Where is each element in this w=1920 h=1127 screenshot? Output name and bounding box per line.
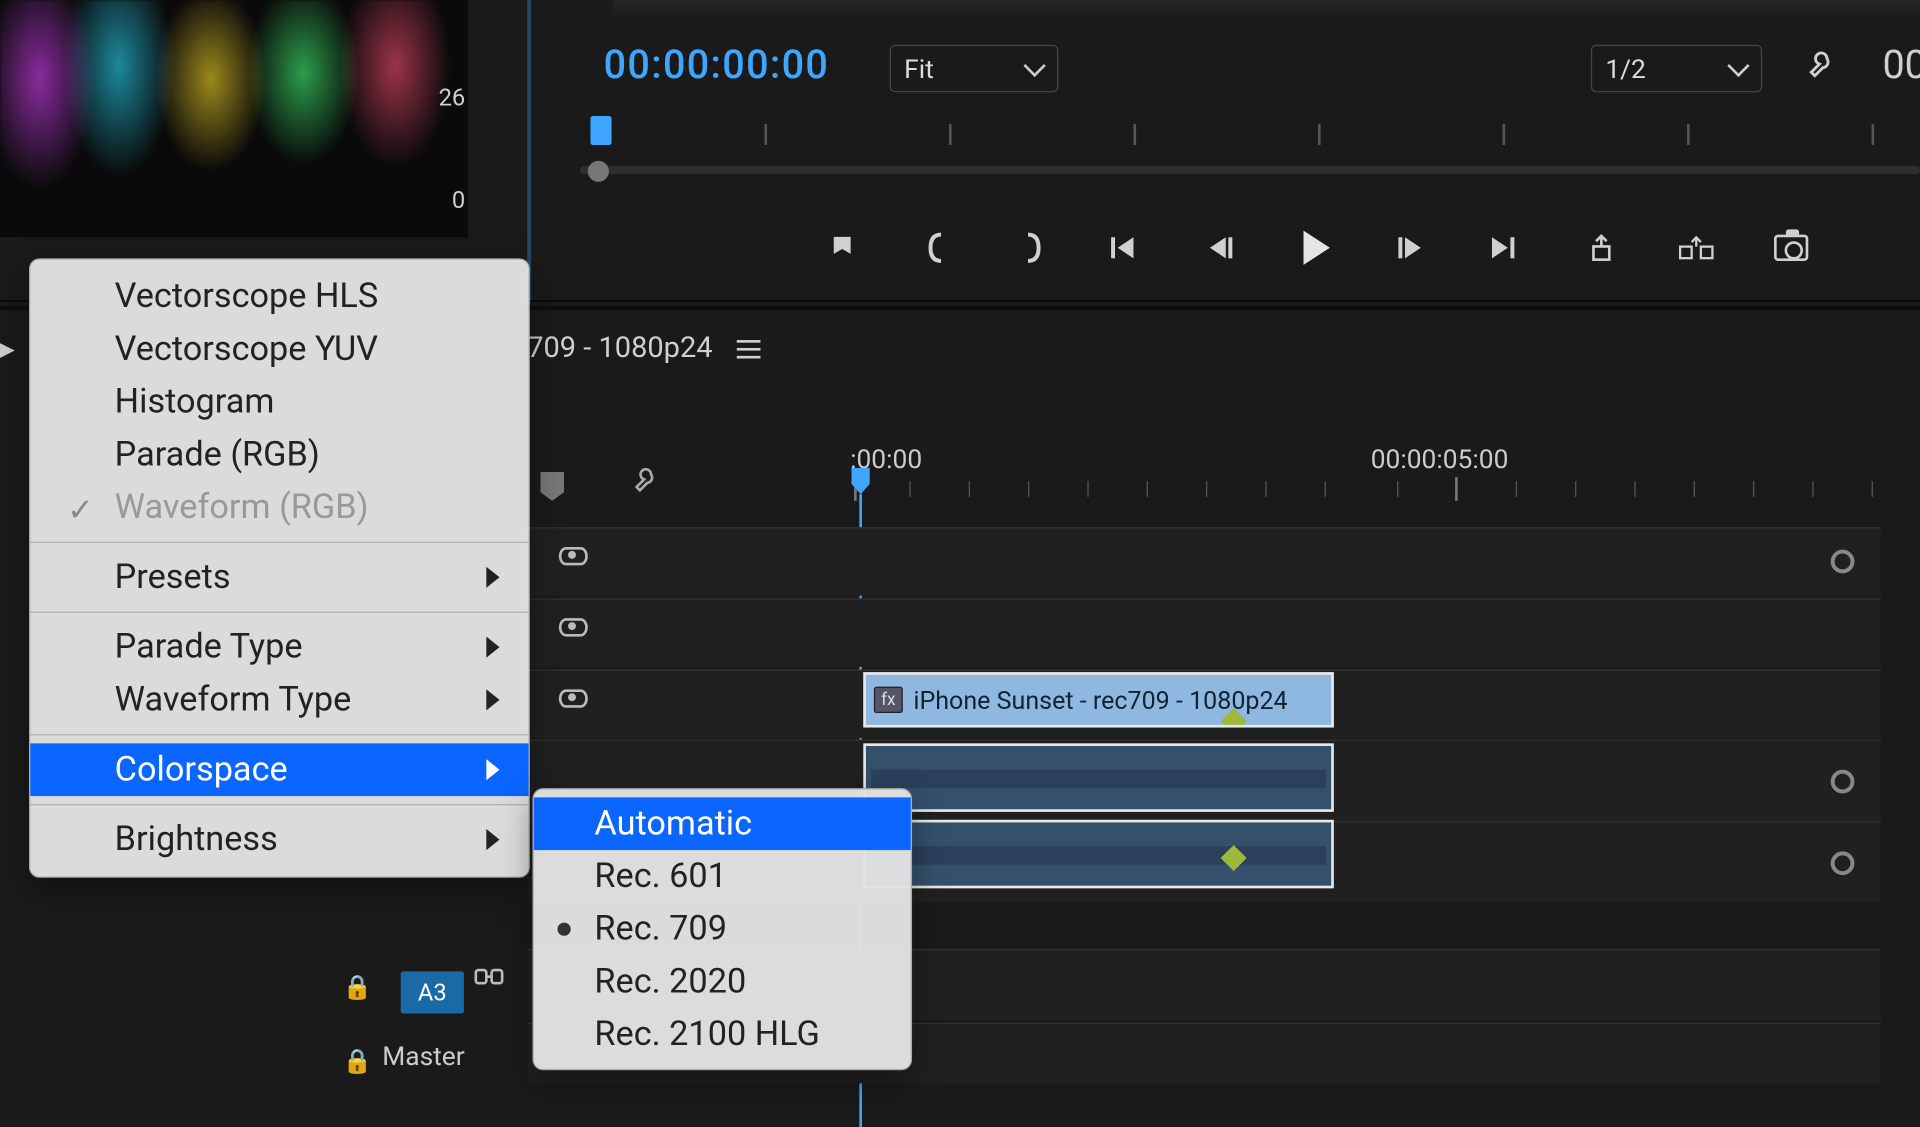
- audio-clip[interactable]: [863, 743, 1334, 812]
- step-forward-button[interactable]: [1393, 229, 1430, 266]
- ruler-ticks: [580, 124, 1920, 150]
- menu-item-parade-type[interactable]: Parade Type: [30, 621, 528, 674]
- zoom-fit-dropdown[interactable]: Fit: [890, 45, 1059, 92]
- play-button[interactable]: [1298, 229, 1335, 266]
- menu-separator: [30, 542, 528, 543]
- menu-separator: [30, 612, 528, 613]
- timeline-settings-wrench-icon[interactable]: [633, 467, 665, 507]
- panel-expand-arrow-icon[interactable]: ▶: [0, 336, 15, 361]
- go-to-out-button[interactable]: [1488, 229, 1525, 266]
- submenu-item-rec2020[interactable]: Rec. 2020: [534, 956, 911, 1009]
- transport-controls: [580, 211, 1920, 283]
- add-marker-button[interactable]: [824, 229, 861, 266]
- mark-in-button[interactable]: [919, 229, 956, 266]
- submenu-item-rec2100hlg[interactable]: Rec. 2100 HLG: [534, 1008, 911, 1061]
- program-preview-edge: [613, 0, 1920, 20]
- playback-resolution-dropdown[interactable]: 1/2: [1591, 45, 1762, 92]
- timeline-ruler[interactable]: [844, 477, 1920, 501]
- selected-bullet-icon: [558, 923, 571, 936]
- mark-out-button[interactable]: [1014, 229, 1051, 266]
- submenu-arrow-icon: [486, 829, 499, 850]
- program-time-ruler[interactable]: [580, 116, 1920, 182]
- submenu-arrow-icon: [486, 759, 499, 780]
- program-out-timecode: 00: [1882, 42, 1920, 88]
- audio-waveform: [871, 770, 1326, 788]
- lumetri-scope-panel: 26 0: [0, 0, 468, 237]
- fx-badge-icon[interactable]: fx: [874, 687, 903, 713]
- audio-waveform: [871, 846, 1326, 864]
- menu-item-colorspace[interactable]: Colorspace: [30, 743, 528, 796]
- menu-item-vectorscope-hls[interactable]: Vectorscope HLS: [30, 270, 528, 323]
- toggle-track-output-icon[interactable]: [559, 547, 588, 565]
- track-keyframe-node[interactable]: [1831, 550, 1855, 574]
- timeline-header: :00:00 00:00:05:00: [527, 435, 1920, 507]
- program-scrubber-handle[interactable]: [588, 161, 609, 182]
- colorspace-submenu: Automatic Rec. 601 Rec. 709 Rec. 2020 Re…: [532, 788, 912, 1070]
- program-monitor-controls: 00:00:00:00 Fit 1/2 00: [527, 29, 1920, 108]
- menu-item-brightness[interactable]: Brightness: [30, 813, 528, 866]
- video-track[interactable]: [527, 527, 1881, 596]
- scopes-context-menu: Vectorscope HLS Vectorscope YUV Histogra…: [29, 258, 530, 877]
- program-playhead[interactable]: [590, 116, 611, 145]
- program-scrubber-track[interactable]: [580, 166, 1920, 174]
- playback-resolution-label: 1/2: [1605, 53, 1646, 85]
- submenu-arrow-icon: [486, 637, 499, 658]
- lock-icon[interactable]: 🔒: [343, 974, 373, 1002]
- go-to-in-button[interactable]: [1108, 229, 1145, 266]
- timeline-marker-well[interactable]: [540, 472, 564, 501]
- menu-item-presets[interactable]: Presets: [30, 551, 528, 604]
- zoom-fit-label: Fit: [904, 53, 934, 85]
- waveform-rgb-display: [0, 0, 468, 231]
- track-keyframe-node[interactable]: [1831, 851, 1855, 875]
- submenu-arrow-icon: [486, 567, 499, 588]
- export-frame-button[interactable]: [1773, 229, 1810, 266]
- menu-item-histogram[interactable]: Histogram: [30, 376, 528, 429]
- play-icon: [1304, 230, 1330, 264]
- menu-item-vectorscope-yuv[interactable]: Vectorscope YUV: [30, 323, 528, 376]
- toggle-track-output-icon[interactable]: [559, 689, 588, 707]
- camera-icon: [1774, 234, 1808, 260]
- step-back-button[interactable]: [1203, 229, 1240, 266]
- track-target-a3[interactable]: A3: [401, 971, 464, 1013]
- submenu-item-rec709[interactable]: Rec. 709: [534, 903, 911, 956]
- sequence-name: 709 - 1080p24: [527, 332, 712, 365]
- chevron-down-icon: [1729, 62, 1747, 75]
- menu-item-waveform-type[interactable]: Waveform Type: [30, 673, 528, 726]
- scope-scale-label: 0: [452, 187, 465, 215]
- program-timecode[interactable]: 00:00:00:00: [604, 42, 830, 88]
- master-track-label: Master: [382, 1040, 464, 1072]
- sync-lock-icon[interactable]: [474, 965, 503, 994]
- menu-separator: [30, 804, 528, 805]
- menu-separator: [30, 734, 528, 735]
- submenu-arrow-icon: [486, 689, 499, 710]
- video-track[interactable]: [527, 598, 1881, 667]
- video-clip[interactable]: fx iPhone Sunset - rec709 - 1080p24: [863, 672, 1334, 727]
- lock-icon[interactable]: 🔒: [343, 1048, 373, 1076]
- lift-button[interactable]: [1583, 229, 1620, 266]
- settings-wrench-icon[interactable]: [1807, 50, 1841, 93]
- submenu-item-rec601[interactable]: Rec. 601: [534, 850, 911, 903]
- menu-item-waveform-rgb[interactable]: ✓ Waveform (RGB): [30, 481, 528, 534]
- checkmark-icon: ✓: [67, 492, 94, 529]
- scope-scale-label: 26: [439, 84, 466, 112]
- ruler-time-label: 00:00:05:00: [1371, 443, 1509, 475]
- track-keyframe-node[interactable]: [1831, 770, 1855, 794]
- toggle-track-output-icon[interactable]: [559, 618, 588, 636]
- extract-button[interactable]: [1678, 229, 1715, 266]
- panel-menu-icon[interactable]: [736, 339, 760, 357]
- submenu-item-automatic[interactable]: Automatic: [534, 797, 911, 850]
- sequence-tab[interactable]: 709 - 1080p24: [527, 332, 760, 365]
- menu-item-parade-rgb[interactable]: Parade (RGB): [30, 428, 528, 481]
- chevron-down-icon: [1025, 62, 1043, 75]
- audio-clip[interactable]: [863, 820, 1334, 889]
